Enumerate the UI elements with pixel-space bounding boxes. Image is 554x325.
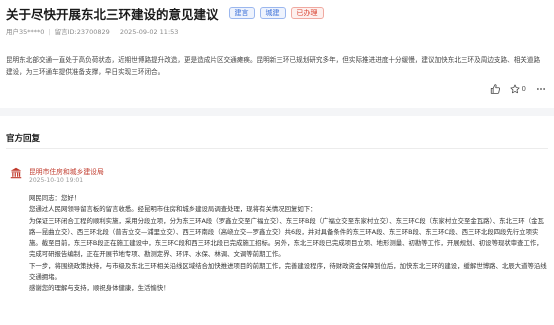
reply-paragraph: 您通过人民网领导留言板的留言收悉。经昆明市住房和城乡建设局调查处理，现将有关情况… [29, 205, 317, 214]
page-title: 关于尽快开展东北三环建设的意见建议 [6, 6, 219, 22]
reply-closing: 感谢您的理解与支持，顺祝身体健康，生活愉快！ [29, 284, 170, 293]
message-meta: 用户35****0 | 留言ID:23700829 2025-09-02 11:53 [6, 28, 179, 36]
tag-urban-construction[interactable]: 城建 [259, 7, 286, 19]
reply-paragraph: 为保证三环闭合工程的顺利实施，采用分段立项，分为东三环A段（罗鑫立交至广福立交）… [29, 216, 544, 259]
star-icon [510, 84, 520, 94]
status-badge: 已办理 [290, 7, 324, 19]
action-bar: 0 [490, 84, 546, 94]
more-icon [537, 88, 545, 90]
more-button[interactable] [536, 84, 546, 94]
reply-paragraph: 下一步，将围绕政策扶持，与市级及东北三环相关沿线区域结合加快推进项目的前期工作，… [29, 261, 547, 282]
government-building-icon [10, 167, 22, 179]
section-underline [6, 148, 548, 149]
reply-time: 2025-10-10 19:01 [29, 177, 84, 184]
reply-greeting: 网民同志：您好！ [29, 194, 81, 202]
thumbs-up-icon [490, 84, 500, 94]
message-datetime: 2025-09-02 11:53 [119, 28, 179, 36]
department-name[interactable]: 昆明市住房和城乡建设局 [29, 166, 104, 176]
user-name: 用户35****0 [6, 28, 45, 36]
reply-section-title: 官方回复 [6, 134, 41, 144]
favorite-count: 0 [521, 85, 526, 93]
tag-suggestion[interactable]: 建言 [228, 7, 255, 19]
page-header: 关于尽快开展东北三环建设的意见建议 建言 城建 已办理 [6, 5, 548, 22]
favorite-button[interactable]: 0 [510, 84, 526, 94]
message-content: 昆明东北部交通一直处于高负荷状态，近期世博路提升改造，更是造成片区交通瘫痪。昆明… [6, 56, 541, 76]
like-button[interactable] [490, 84, 500, 94]
reply-body: 网民同志：您好！ 您通过人民网领导留言板的留言收悉。经昆明市住房和城乡建设局调查… [29, 193, 549, 295]
message-id: 留言ID:23700829 [54, 28, 110, 36]
section-divider [0, 108, 554, 116]
